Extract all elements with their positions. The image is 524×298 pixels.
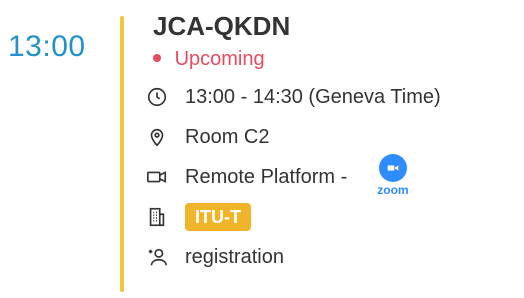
- location-text: Room C2: [185, 125, 270, 148]
- zoom-label: zoom: [377, 183, 409, 197]
- clock-icon: [145, 85, 169, 109]
- status-text: Upcoming: [174, 48, 265, 70]
- time-range-text: 13:00 - 14:30 (Geneva Time): [185, 85, 441, 108]
- location-pin-icon: [145, 125, 169, 149]
- timeline-divider: [120, 16, 124, 292]
- add-user-icon: [145, 245, 169, 269]
- time-range-row: 13:00 - 14:30 (Geneva Time): [145, 80, 515, 114]
- remote-platform-label: Remote Platform -: [185, 165, 348, 188]
- event-schedule-item: 13:00 JCA-QKDN Upcoming 13:00 - 14:30 (G…: [0, 0, 524, 298]
- video-camera-icon: [145, 165, 169, 189]
- registration-link[interactable]: registration: [185, 246, 284, 269]
- location-row: Room C2: [145, 120, 515, 154]
- organization-badge[interactable]: ITU-T: [185, 203, 251, 231]
- zoom-logo-icon: [378, 154, 407, 182]
- registration-row: registration: [145, 240, 515, 274]
- event-title[interactable]: JCA-QKDN: [153, 10, 515, 42]
- event-details: JCA-QKDN Upcoming 13:00 - 14:30 (Geneva …: [145, 10, 515, 274]
- status-line: Upcoming: [153, 44, 515, 74]
- zoom-link[interactable]: zoom: [377, 154, 409, 197]
- remote-platform-row: Remote Platform - zoom: [145, 154, 515, 196]
- building-icon: [145, 205, 169, 229]
- organization-row: ITU-T: [145, 200, 515, 234]
- start-time: 13:00: [8, 30, 86, 63]
- status-dot-icon: [153, 53, 161, 62]
